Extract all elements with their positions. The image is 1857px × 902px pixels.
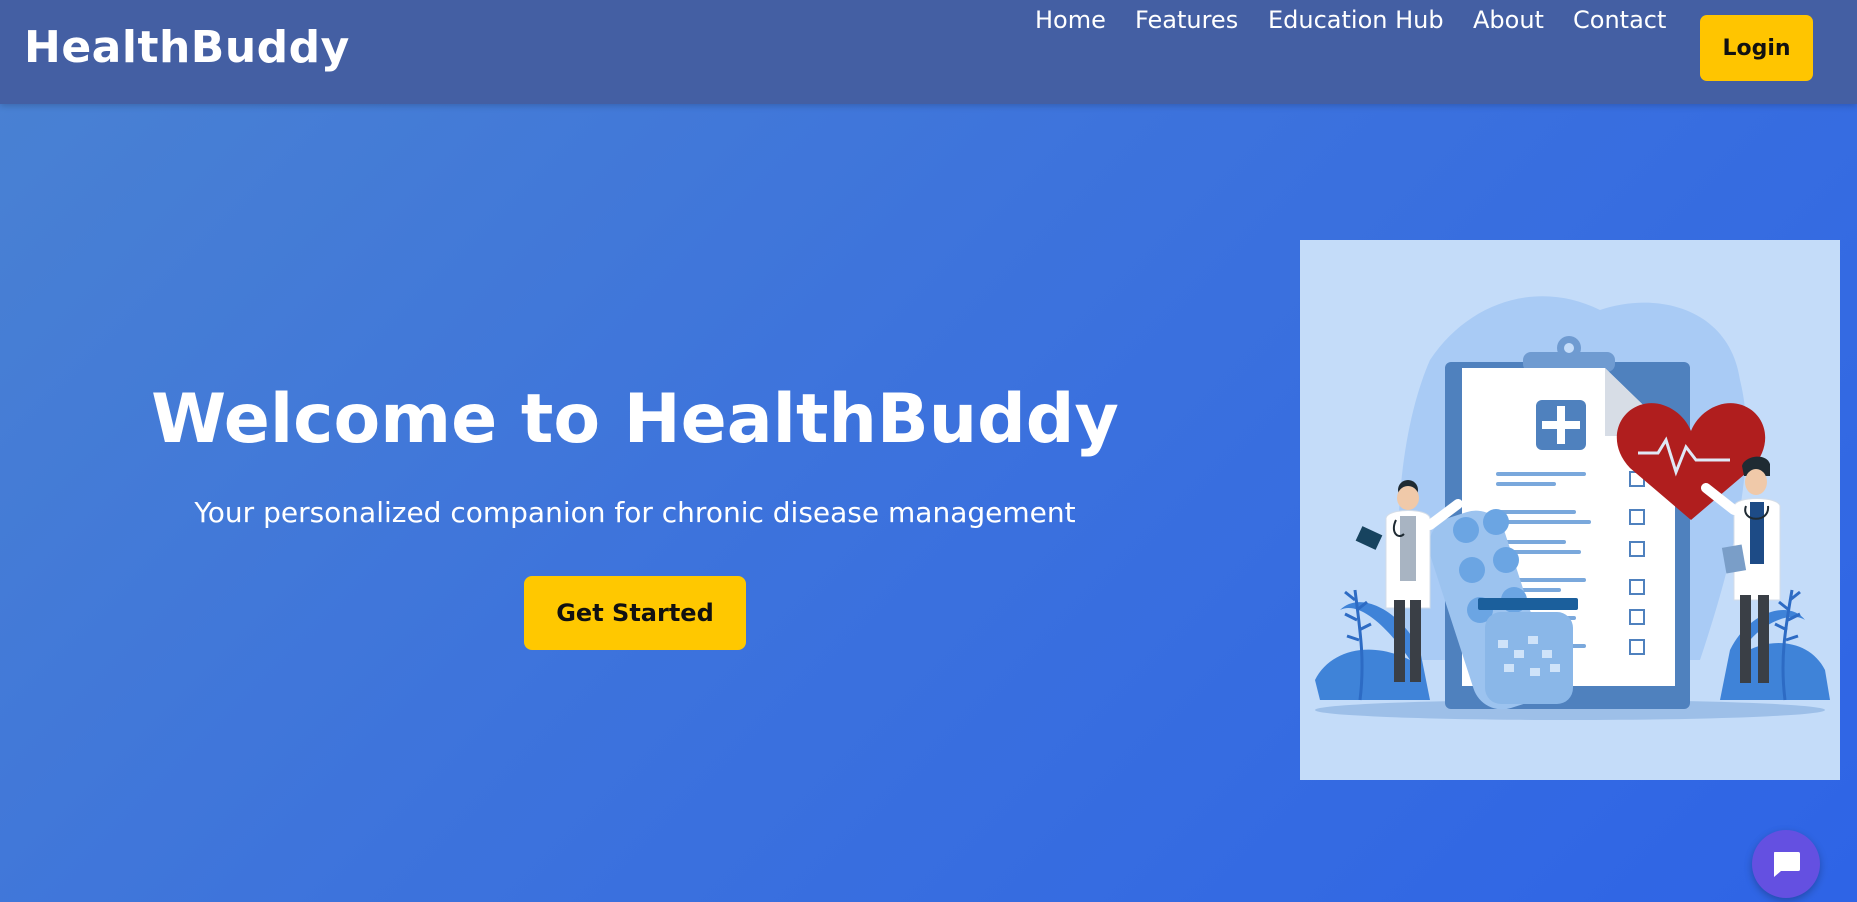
chat-bubble-icon [1774, 852, 1800, 877]
brand-logo[interactable]: HealthBuddy [24, 22, 350, 74]
doctors-clipboard-illustration [1315, 296, 1830, 720]
nav-link-education-hub[interactable]: Education Hub [1268, 0, 1444, 40]
hero-section: Welcome to HealthBuddy Your personalized… [0, 0, 1270, 902]
login-button[interactable]: Login [1700, 15, 1813, 81]
nav-link-home[interactable]: Home [1035, 0, 1106, 40]
chat-button[interactable] [1752, 830, 1820, 898]
nav-link-contact[interactable]: Contact [1573, 0, 1666, 40]
hero-illustration [1300, 240, 1840, 780]
hero-subtitle: Your personalized companion for chronic … [194, 496, 1076, 529]
nav-link-features[interactable]: Features [1135, 0, 1238, 40]
navbar: HealthBuddy Home Features Education Hub … [0, 0, 1857, 104]
nav-link-about[interactable]: About [1473, 0, 1544, 40]
hero-title: Welcome to HealthBuddy [151, 380, 1119, 459]
get-started-button[interactable]: Get Started [524, 576, 746, 650]
